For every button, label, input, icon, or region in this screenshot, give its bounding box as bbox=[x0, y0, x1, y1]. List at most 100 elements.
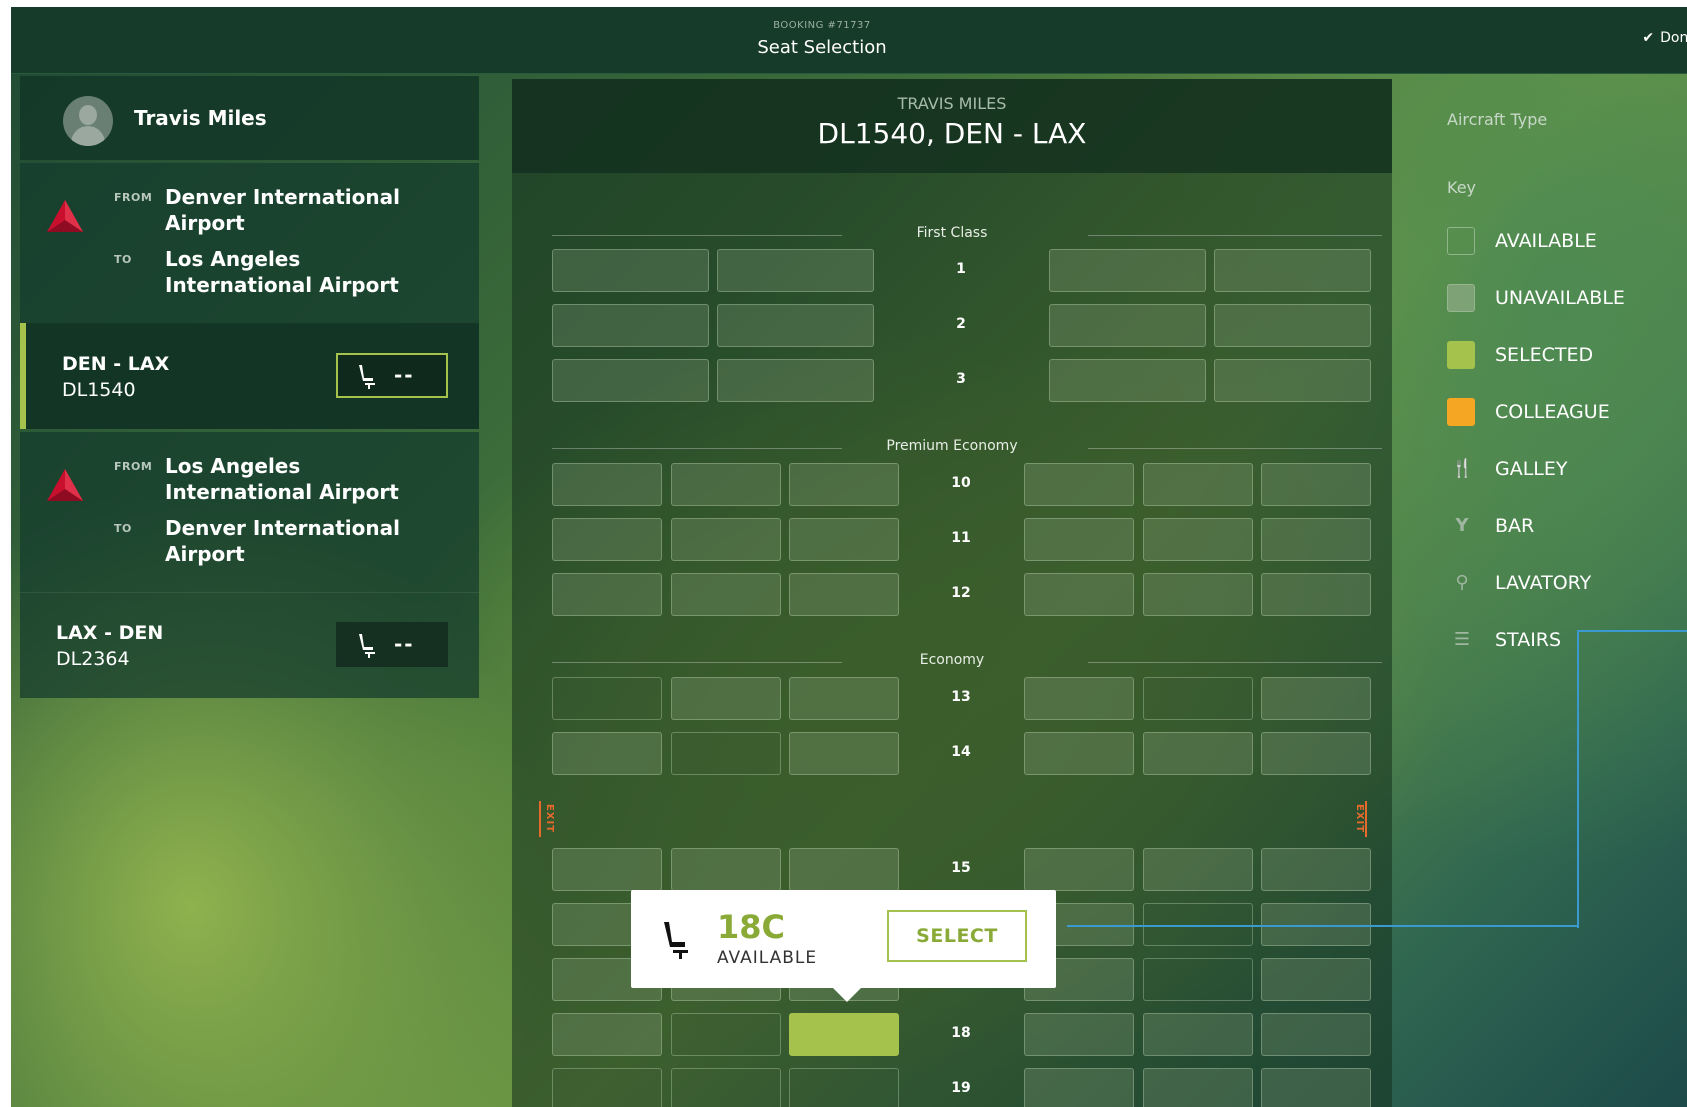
seat-3-2 bbox=[717, 359, 874, 402]
legend-label: BAR bbox=[1495, 515, 1535, 537]
seat-19-3[interactable] bbox=[789, 1068, 899, 1107]
seat-17-6 bbox=[1261, 958, 1371, 1001]
checkmark-icon: ✔ bbox=[1642, 30, 1655, 46]
seat-1-3 bbox=[1049, 249, 1206, 292]
legend-item-bar: Y BAR bbox=[1447, 511, 1687, 541]
section-divider bbox=[1088, 448, 1382, 449]
seat-3-4 bbox=[1214, 359, 1371, 402]
done-button[interactable]: ✔ Done bbox=[1642, 30, 1687, 46]
from-label: FROM bbox=[114, 460, 153, 473]
trip-route: FROM Los Angeles International Airport T… bbox=[20, 432, 479, 593]
section-divider bbox=[1088, 235, 1382, 236]
select-seat-button[interactable]: SELECT bbox=[887, 910, 1027, 962]
seat-14-5 bbox=[1143, 732, 1253, 775]
seat-13-5[interactable] bbox=[1143, 677, 1253, 720]
seat-12-2 bbox=[671, 573, 781, 616]
seat-3-3 bbox=[1049, 359, 1206, 402]
seat-15-2 bbox=[671, 848, 781, 891]
booking-number: BOOKING #71737 bbox=[773, 20, 871, 31]
row-number: 13 bbox=[951, 689, 971, 705]
trip-route: FROM Denver International Airport TO Los… bbox=[20, 163, 479, 324]
segment-code: DEN - LAX bbox=[62, 353, 170, 375]
legend-swatch-selected bbox=[1447, 341, 1475, 369]
seat-19-1[interactable] bbox=[552, 1068, 662, 1107]
seat-2-2 bbox=[717, 304, 874, 347]
row-number: 15 bbox=[951, 860, 971, 876]
row-number: 1 bbox=[956, 261, 966, 277]
seat-1-2 bbox=[717, 249, 874, 292]
legend-label: GALLEY bbox=[1495, 458, 1568, 480]
from-label: FROM bbox=[114, 191, 153, 204]
seat-11-5 bbox=[1143, 518, 1253, 561]
seat-15-1 bbox=[552, 848, 662, 891]
flight-segment-lax-den[interactable]: LAX - DEN DL2364 -- bbox=[20, 592, 479, 698]
flight-segment-den-lax[interactable]: DEN - LAX DL1540 -- bbox=[20, 323, 479, 429]
section-divider bbox=[1088, 662, 1382, 663]
to-airport: Los Angeles International Airport bbox=[165, 247, 399, 297]
bar-icon: Y bbox=[1455, 515, 1469, 536]
seat-icon bbox=[664, 922, 688, 959]
legend-label: COLLEAGUE bbox=[1495, 401, 1610, 423]
row-number: 11 bbox=[951, 530, 971, 546]
seat-icon bbox=[359, 634, 375, 658]
seat-19-6 bbox=[1261, 1068, 1371, 1107]
seat-14-2[interactable] bbox=[671, 732, 781, 775]
to-label: TO bbox=[114, 253, 132, 266]
seat-10-1 bbox=[552, 463, 662, 506]
legend-item-galley: 🍴 GALLEY bbox=[1447, 454, 1687, 484]
seat-18-5 bbox=[1143, 1013, 1253, 1056]
seat-14-1 bbox=[552, 732, 662, 775]
seat-12-5 bbox=[1143, 573, 1253, 616]
done-label: Done bbox=[1660, 30, 1687, 46]
avatar bbox=[63, 96, 113, 146]
row-number: 12 bbox=[951, 585, 971, 601]
lavatory-icon: ⚲ bbox=[1455, 572, 1469, 593]
exit-marker: EXIT bbox=[539, 801, 555, 837]
row-number: 14 bbox=[951, 744, 971, 760]
seat-17-5[interactable] bbox=[1143, 958, 1253, 1001]
seat-1-4 bbox=[1214, 249, 1371, 292]
seat-12-1 bbox=[552, 573, 662, 616]
page-title: Seat Selection bbox=[757, 37, 887, 58]
segment-seat-button[interactable]: -- bbox=[336, 353, 448, 398]
connector-line bbox=[1577, 630, 1687, 928]
galley-icon: 🍴 bbox=[1451, 458, 1474, 479]
top-bar: BOOKING #71737 Seat Selection ✔ Done bbox=[11, 7, 1687, 74]
section-label-econ: Economy bbox=[919, 652, 985, 668]
seat-11-3 bbox=[789, 518, 899, 561]
seat-map-header: TRAVIS MILES DL1540, DEN - LAX bbox=[512, 79, 1392, 173]
exit-label: EXIT bbox=[1354, 803, 1366, 834]
legend-swatch-colleague bbox=[1447, 398, 1475, 426]
exit-label: EXIT bbox=[544, 803, 556, 834]
seat-10-5 bbox=[1143, 463, 1253, 506]
row-number: 19 bbox=[951, 1080, 971, 1096]
seat-13-1[interactable] bbox=[552, 677, 662, 720]
key-label: Key bbox=[1447, 178, 1477, 197]
seat-11-6 bbox=[1261, 518, 1371, 561]
seat-12-4 bbox=[1024, 573, 1134, 616]
stairs-icon: ☰ bbox=[1453, 629, 1471, 650]
legend-label: AVAILABLE bbox=[1495, 230, 1597, 252]
seat-18-2[interactable] bbox=[671, 1013, 781, 1056]
section-divider bbox=[552, 235, 842, 236]
legend-swatch-unavailable bbox=[1447, 284, 1475, 312]
segment-seat-button[interactable]: -- bbox=[336, 622, 448, 667]
seat-12-6 bbox=[1261, 573, 1371, 616]
seat-10-3 bbox=[789, 463, 899, 506]
row-number: 18 bbox=[951, 1025, 971, 1041]
seat-14-6 bbox=[1261, 732, 1371, 775]
exit-marker: EXIT bbox=[1351, 801, 1367, 837]
seat-15-6 bbox=[1261, 848, 1371, 891]
seat-19-4 bbox=[1024, 1068, 1134, 1107]
segment-code: LAX - DEN bbox=[56, 622, 164, 644]
seat-18-3[interactable] bbox=[789, 1013, 899, 1056]
seat-13-2 bbox=[671, 677, 781, 720]
seat-map-passenger: TRAVIS MILES bbox=[897, 94, 1007, 113]
seat-13-3 bbox=[789, 677, 899, 720]
seat-10-2 bbox=[671, 463, 781, 506]
section-label-first: First Class bbox=[916, 225, 988, 241]
seat-2-4 bbox=[1214, 304, 1371, 347]
row-number: 2 bbox=[956, 316, 966, 332]
segment-flight: DL2364 bbox=[56, 648, 130, 670]
seat-19-2[interactable] bbox=[671, 1068, 781, 1107]
